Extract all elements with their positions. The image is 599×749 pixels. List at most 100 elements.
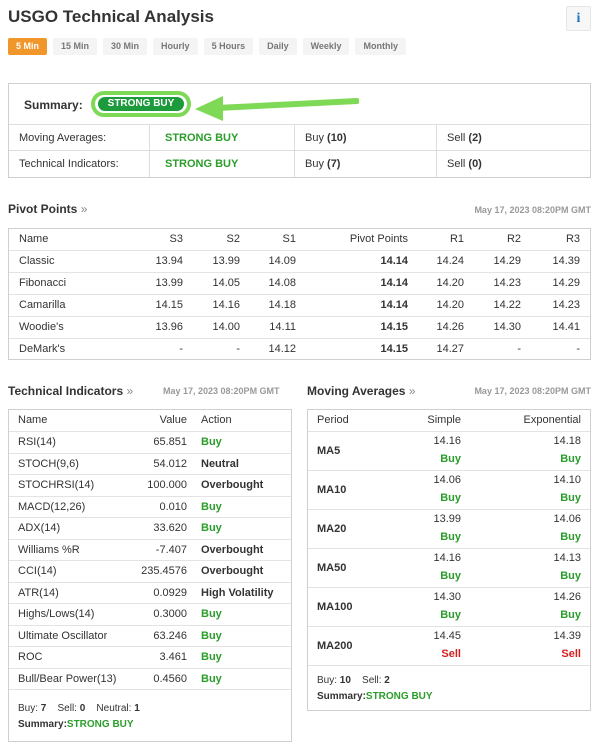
indicator-name[interactable]: MACD(12,26) (18, 497, 85, 518)
tab-15-min[interactable]: 15 Min (53, 38, 98, 55)
indicator-value: 100.000 (147, 479, 187, 491)
pivot-value-cell: 14.20 (436, 277, 464, 289)
indicator-action: Buy (201, 629, 222, 642)
tab-30-min[interactable]: 30 Min (103, 38, 148, 55)
table-header: Name Value Action (9, 410, 291, 432)
table-row: ATR(14) 0.0929 High Volatility (9, 583, 291, 604)
pivot-value-cell: 14.16 (212, 299, 240, 311)
page-title: USGO Technical Analysis (8, 7, 214, 26)
table-row: RSI(14) 65.851 Buy (9, 432, 291, 454)
ma-signal: Buy (440, 609, 461, 621)
info-icon[interactable]: i (566, 6, 591, 31)
technical-timestamp: May 17, 2023 08:20PM GMT (163, 386, 280, 396)
tab-weekly[interactable]: Weekly (302, 38, 350, 55)
pivot-value-cell: 14.00 (212, 321, 240, 333)
summary-row-buy: Buy (10) (294, 125, 436, 151)
pivot-value-cell: 14.15 (380, 321, 408, 333)
summary-row-sell: Sell (0) (436, 151, 590, 177)
ma-signal: Buy (560, 531, 581, 543)
summary-label: Summary: (24, 98, 83, 112)
pivot-value-cell: 14.18 (268, 299, 296, 311)
indicator-value: 54.012 (153, 457, 187, 470)
ma-signal: Sell (561, 648, 581, 660)
indicator-value: 235.4576 (141, 565, 187, 577)
indicator-name[interactable]: RSI(14) (18, 432, 56, 453)
pivot-points-title[interactable]: Pivot Points » (8, 202, 87, 216)
tab-hourly[interactable]: Hourly (153, 38, 198, 55)
indicator-name[interactable]: ATR(14) (18, 583, 59, 604)
indicator-name[interactable]: ADX(14) (18, 518, 60, 539)
tab-5-min[interactable]: 5 Min (8, 38, 48, 55)
indicator-name[interactable]: Bull/Bear Power(13) (18, 669, 116, 690)
moving-timestamp: May 17, 2023 08:20PM GMT (474, 386, 591, 396)
table-row: STOCH(9,6) 54.012 Neutral (9, 454, 291, 475)
indicator-action: Overbought (201, 543, 264, 556)
technical-summary: Summary:STRONG BUY (18, 719, 134, 730)
pivot-value-cell: 14.15 (155, 299, 183, 311)
indicator-action: Buy (201, 500, 222, 513)
pivot-value-cell: 14.14 (380, 255, 408, 267)
table-row: ADX(14) 33.620 Buy (9, 518, 291, 540)
ma-value: 14.06 (553, 513, 581, 525)
indicator-name[interactable]: Ultimate Oscillator (18, 626, 107, 647)
pivot-value-cell: 13.96 (155, 321, 183, 333)
indicator-action: Buy (201, 436, 222, 448)
tab-5-hours[interactable]: 5 Hours (203, 38, 254, 55)
pivot-value-cell: 13.94 (155, 255, 183, 267)
indicator-name[interactable]: CCI(14) (18, 561, 57, 582)
indicator-name[interactable]: ROC (18, 647, 42, 668)
pivot-value-cell: 14.24 (436, 255, 464, 267)
indicator-value: 0.4560 (153, 672, 187, 685)
indicator-name[interactable]: STOCH(9,6) (18, 454, 79, 475)
table-row: MA5 14.16 Buy 14.18 Buy (308, 432, 590, 471)
highlight-arrow-icon (195, 96, 359, 121)
pivot-value-cell: 13.99 (212, 255, 240, 267)
ma-value: 14.26 (553, 591, 581, 603)
summary-panel: Summary: STRONG BUY Moving Averages: STR… (8, 83, 591, 178)
pivot-value-cell: 14.11 (269, 321, 296, 333)
indicator-value: 33.620 (153, 522, 187, 534)
ma-period: MA20 (317, 523, 347, 535)
indicator-action: Buy (201, 522, 222, 534)
indicator-action: Buy (201, 651, 222, 663)
indicator-value: 65.851 (153, 436, 187, 448)
pivot-points-table: Name S3 S2 S1 Pivot Points R1 R2 R3 Clas… (8, 228, 591, 360)
indicator-name[interactable]: Highs/Lows(14) (18, 604, 94, 625)
pivot-value-cell: 14.26 (436, 321, 464, 333)
pivot-value-cell: 14.23 (552, 299, 580, 311)
table-header: Name S3 S2 S1 Pivot Points R1 R2 R3 (9, 229, 590, 251)
summary-row-moving-averages: Moving Averages: STRONG BUY Buy (10) Sel… (9, 124, 590, 151)
pivot-value-cell: - (576, 343, 580, 355)
table-row: DeMark's - - 14.12 14.15 14.27 - - (9, 339, 590, 361)
table-row: MA20 13.99 Buy 14.06 Buy (308, 510, 590, 549)
pivot-value-cell: 14.20 (436, 299, 464, 311)
technical-indicators-title[interactable]: Technical Indicators » (8, 384, 133, 398)
pivot-value-cell: 14.09 (268, 255, 296, 267)
tab-daily[interactable]: Daily (259, 38, 297, 55)
pivot-value-cell: - (517, 343, 521, 355)
summary-badge: STRONG BUY (98, 97, 184, 111)
table-row: MACD(12,26) 0.010 Buy (9, 497, 291, 518)
pivot-value-cell: 14.08 (268, 277, 296, 289)
table-row: MA200 14.45 Sell 14.39 Sell (308, 627, 590, 666)
indicator-value: 63.246 (153, 629, 187, 642)
moving-averages-title[interactable]: Moving Averages » (307, 384, 416, 398)
pivot-value-cell: 14.22 (493, 299, 521, 311)
tab-monthly[interactable]: Monthly (355, 38, 406, 55)
pivot-value-cell: 14.14 (380, 299, 408, 311)
summary-highlight: STRONG BUY (91, 91, 191, 117)
ma-value: 14.39 (553, 630, 581, 642)
summary-row-buy: Buy (7) (294, 151, 436, 177)
indicator-action: Overbought (201, 479, 264, 491)
indicator-action: High Volatility (201, 586, 274, 599)
indicator-name[interactable]: Williams %R (18, 540, 80, 561)
summary-row-technical-indicators: Technical Indicators: STRONG BUY Buy (7)… (9, 150, 590, 177)
table-row: CCI(14) 235.4576 Overbought (9, 561, 291, 583)
pivot-value-cell: 14.39 (552, 255, 580, 267)
ma-signal: Buy (560, 609, 581, 621)
table-row: Ultimate Oscillator 63.246 Buy (9, 626, 291, 647)
ma-value: 13.99 (433, 513, 461, 525)
indicator-name[interactable]: STOCHRSI(14) (18, 475, 94, 496)
table-row: Bull/Bear Power(13) 0.4560 Buy (9, 669, 291, 690)
ma-period: MA5 (317, 445, 341, 457)
